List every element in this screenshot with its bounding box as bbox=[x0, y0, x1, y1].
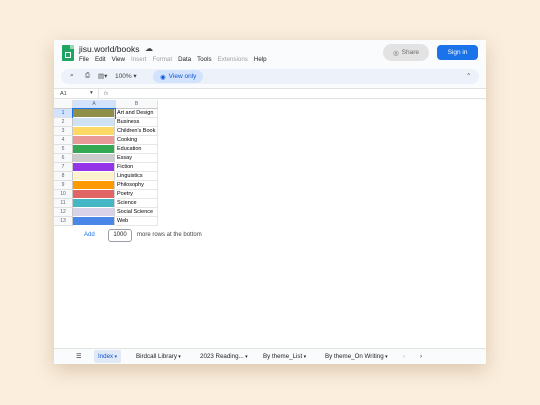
menu-data[interactable]: Data bbox=[178, 56, 191, 63]
category-cell[interactable]: Cooking bbox=[116, 136, 158, 145]
color-swatch-cell[interactable] bbox=[73, 217, 115, 226]
menu-edit[interactable]: Edit bbox=[95, 56, 106, 63]
color-swatch-cell[interactable] bbox=[73, 163, 115, 172]
view-only-button[interactable]: ◉ View only bbox=[153, 70, 204, 83]
category-cell[interactable]: Education bbox=[116, 145, 158, 154]
color-swatch-cell[interactable] bbox=[72, 108, 116, 119]
name-box-dropdown-icon[interactable]: ▾ bbox=[90, 90, 93, 96]
row-header[interactable]: 6 bbox=[54, 154, 73, 163]
search-icon[interactable]: ⌕ bbox=[70, 72, 74, 80]
category-cell[interactable]: Web bbox=[116, 217, 158, 226]
zoom-select[interactable]: 100% ▾ bbox=[115, 72, 137, 80]
row-header[interactable]: 1 bbox=[54, 109, 73, 118]
sheet-tab[interactable]: Index ▾ bbox=[94, 350, 122, 363]
scroll-tabs-right-icon[interactable]: › bbox=[416, 350, 426, 363]
add-rows-count-input[interactable]: 1000 bbox=[108, 229, 132, 242]
color-swatch-cell[interactable] bbox=[73, 145, 115, 154]
sheet-tab[interactable]: Birdcall Library ▾ bbox=[132, 350, 185, 363]
spreadsheet-window: jisu.world/books ☁ File Edit View Insert For… bbox=[54, 40, 486, 364]
sheet-grid[interactable]: A B 1 Art and Design 2 Business 3 Children's … bbox=[54, 100, 486, 348]
menu-help[interactable]: Help bbox=[254, 56, 267, 63]
menu-bar: File Edit View Insert Format Data Tools Extensi… bbox=[79, 56, 267, 63]
all-sheets-icon[interactable]: ☰ bbox=[72, 350, 86, 363]
formula-bar: A1 ▾ fx bbox=[54, 88, 486, 99]
color-swatch-cell[interactable] bbox=[73, 172, 115, 181]
tab-dropdown-icon[interactable]: ▾ bbox=[244, 354, 248, 360]
row-header[interactable]: 8 bbox=[54, 172, 73, 181]
sheet-tab-label: By theme_On Writing bbox=[325, 353, 384, 360]
menu-insert[interactable]: Insert bbox=[131, 56, 146, 63]
color-swatch-cell[interactable] bbox=[73, 181, 115, 190]
view-only-label: View only bbox=[168, 73, 197, 80]
color-swatch-cell[interactable] bbox=[73, 118, 115, 127]
row-header[interactable]: 9 bbox=[54, 181, 73, 190]
zoom-value: 100% bbox=[115, 73, 132, 80]
menu-format[interactable]: Format bbox=[152, 56, 172, 63]
share-button[interactable]: ◎ Share bbox=[383, 44, 429, 61]
color-swatch-cell[interactable] bbox=[73, 154, 115, 163]
tab-dropdown-icon[interactable]: ▾ bbox=[113, 354, 118, 360]
category-cell[interactable]: Poetry bbox=[116, 190, 158, 199]
menu-view[interactable]: View bbox=[112, 56, 125, 63]
collapse-toolbar-icon[interactable]: ⌃ bbox=[466, 72, 471, 80]
column-header-b[interactable]: B bbox=[116, 100, 158, 109]
sheet-tab-bar: ☰ Index ▾ Birdcall Library ▾ 2023 Reading.… bbox=[54, 348, 486, 364]
row-header[interactable]: 11 bbox=[54, 199, 73, 208]
menu-extensions[interactable]: Extensions bbox=[218, 56, 248, 63]
menu-tools[interactable]: Tools bbox=[197, 56, 211, 63]
color-swatch-cell[interactable] bbox=[73, 127, 115, 136]
row-header[interactable]: 7 bbox=[54, 163, 73, 172]
title-bar: jisu.world/books ☁ File Edit View Insert For… bbox=[54, 40, 486, 68]
category-cell[interactable]: Fiction bbox=[116, 163, 158, 172]
category-cell[interactable]: Essay bbox=[116, 154, 158, 163]
sheet-tab[interactable]: By theme_On Writing ▾ bbox=[321, 350, 392, 363]
fx-label: fx bbox=[104, 91, 109, 97]
menu-file[interactable]: File bbox=[79, 56, 89, 63]
category-cell[interactable]: Linguistics bbox=[116, 172, 158, 181]
tab-dropdown-icon[interactable]: ▾ bbox=[384, 354, 388, 360]
row-header[interactable]: 10 bbox=[54, 190, 73, 199]
scroll-tabs-left-icon[interactable]: ‹ bbox=[399, 350, 409, 363]
color-swatch-cell[interactable] bbox=[73, 190, 115, 199]
sheet-tab-label: 2023 Reading... bbox=[200, 353, 244, 360]
row-header[interactable]: 3 bbox=[54, 127, 73, 136]
category-cell[interactable]: Art and Design bbox=[116, 109, 158, 118]
paint-format-icon[interactable]: ▤▾ bbox=[98, 72, 107, 80]
cloud-status-icon[interactable]: ☁ bbox=[145, 44, 153, 53]
sheet-tab-label: Birdcall Library bbox=[136, 353, 177, 360]
row-header[interactable]: 4 bbox=[54, 136, 73, 145]
row-header[interactable]: 2 bbox=[54, 118, 73, 127]
eye-icon: ◉ bbox=[160, 73, 166, 81]
globe-icon: ◎ bbox=[392, 49, 399, 57]
name-box[interactable]: A1 bbox=[60, 91, 67, 97]
document-title[interactable]: jisu.world/books bbox=[79, 44, 139, 54]
category-cell[interactable]: Social Science bbox=[116, 208, 158, 217]
toolbar: ⌕ ⎙ ▤▾ 100% ▾ ◉ View only ⌃ bbox=[61, 69, 479, 84]
sheet-tab[interactable]: 2023 Reading... ▾ bbox=[196, 350, 252, 363]
tab-dropdown-icon[interactable]: ▾ bbox=[177, 354, 181, 360]
sheet-tab-label: Index bbox=[98, 353, 114, 360]
add-rows-suffix: more rows at the bottom bbox=[137, 232, 202, 238]
sheet-tab-label: By theme_List bbox=[263, 353, 303, 360]
row-header[interactable]: 5 bbox=[54, 145, 73, 154]
sign-in-button[interactable]: Sign in bbox=[437, 45, 478, 60]
select-all-corner[interactable] bbox=[54, 100, 73, 109]
row-header[interactable]: 13 bbox=[54, 217, 73, 226]
add-rows-button[interactable]: Add bbox=[84, 232, 95, 238]
sheet-tab[interactable]: By theme_List ▾ bbox=[259, 350, 310, 363]
color-swatch-cell[interactable] bbox=[73, 136, 115, 145]
column-header-a[interactable]: A bbox=[73, 100, 116, 109]
share-label: Share bbox=[401, 49, 420, 56]
row-header[interactable]: 12 bbox=[54, 208, 73, 217]
tab-dropdown-icon[interactable]: ▾ bbox=[302, 354, 307, 360]
category-cell[interactable]: Business bbox=[116, 118, 158, 127]
color-swatch-cell[interactable] bbox=[73, 199, 115, 208]
color-swatch-cell[interactable] bbox=[73, 208, 115, 217]
category-cell[interactable]: Science bbox=[116, 199, 158, 208]
category-cell[interactable]: Children's Book bbox=[116, 127, 158, 136]
sheets-logo-icon[interactable] bbox=[62, 45, 74, 61]
print-icon[interactable]: ⎙ bbox=[85, 72, 90, 80]
category-cell[interactable]: Philosophy bbox=[116, 181, 158, 190]
